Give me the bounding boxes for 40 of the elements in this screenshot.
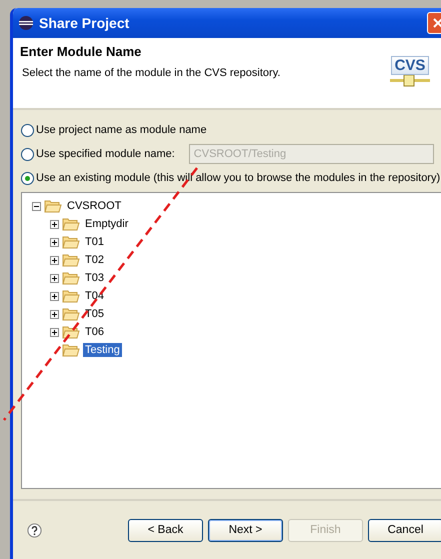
page-description: Select the name of the module in the CVS repository.: [21, 67, 280, 79]
page-title: Enter Module Name: [20, 44, 142, 59]
expand-icon[interactable]: [50, 274, 59, 282]
close-icon: [433, 18, 441, 28]
expand-icon[interactable]: [50, 310, 59, 318]
expand-icon[interactable]: [50, 238, 59, 246]
expand-icon[interactable]: [50, 328, 59, 336]
collapse-icon[interactable]: [32, 202, 41, 210]
folder-icon: [44, 199, 62, 213]
window-title: Share Project: [39, 15, 130, 31]
radio-button[interactable]: [21, 124, 34, 136]
option-label[interactable]: Use project name as module name: [36, 124, 207, 136]
radio-button[interactable]: [21, 172, 34, 184]
expand-icon[interactable]: [50, 220, 59, 228]
option-label[interactable]: Use an existing module (this will allow you to browse the modules in the repository): [36, 172, 440, 184]
tree-item[interactable]: T03: [83, 271, 106, 285]
tree-item[interactable]: Emptydir: [83, 217, 130, 231]
folder-icon: [62, 343, 80, 357]
dialog-button[interactable]: Next >: [208, 518, 283, 542]
radio-button[interactable]: [21, 148, 34, 160]
tree-item[interactable]: T05: [83, 307, 106, 321]
tree-item[interactable]: T01: [83, 235, 106, 249]
expand-icon[interactable]: [50, 292, 59, 300]
folder-icon: [62, 271, 80, 285]
cvs-logo: CVS: [389, 56, 431, 87]
folder-icon: [62, 253, 80, 267]
folder-icon: [62, 307, 80, 321]
eclipse-icon: [18, 15, 34, 31]
tree-item[interactable]: T02: [83, 253, 106, 267]
folder-icon: [62, 217, 80, 231]
tree-item[interactable]: CVSROOT: [65, 199, 124, 213]
folder-icon: [62, 289, 80, 303]
option-label[interactable]: Use specified module name:: [36, 148, 175, 160]
dialog-button[interactable]: Cancel: [368, 518, 441, 542]
help-icon[interactable]: [27, 522, 42, 538]
tree-item[interactable]: Testing: [83, 343, 122, 357]
dialog-button[interactable]: < Back: [128, 518, 203, 542]
tree-item[interactable]: T06: [83, 325, 106, 339]
folder-icon: [62, 235, 80, 249]
expand-icon[interactable]: [50, 256, 59, 264]
